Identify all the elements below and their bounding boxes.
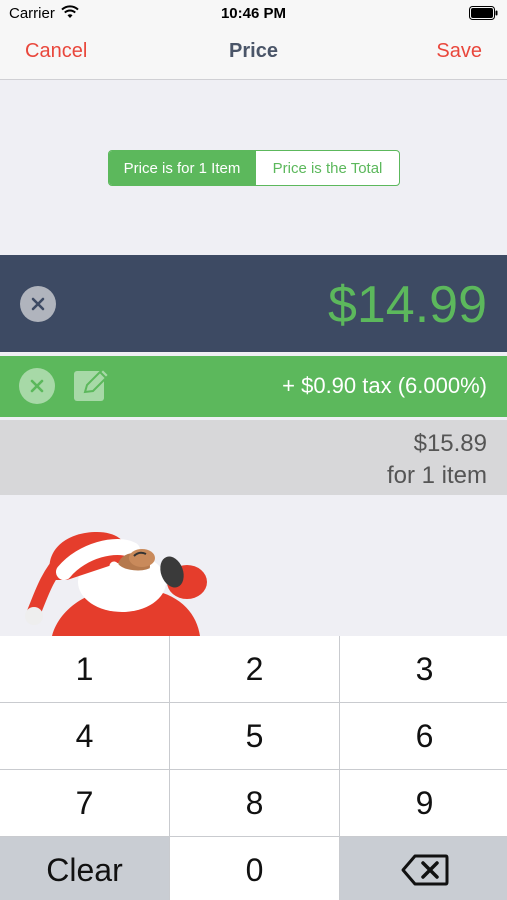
key-1[interactable]: 1 xyxy=(0,636,169,702)
key-4[interactable]: 4 xyxy=(0,703,169,769)
status-time: 10:46 PM xyxy=(220,5,287,22)
tax-amount: + $0.90 tax (6.000%) xyxy=(282,373,487,398)
price-mode-segmented-control: Price is for 1 Item Price is the Total xyxy=(108,150,400,186)
clear-price-button[interactable] xyxy=(20,286,56,322)
santa-illustration xyxy=(25,532,207,636)
edit-tax-button[interactable] xyxy=(73,367,111,409)
segment-per-item[interactable]: Price is for 1 Item xyxy=(109,151,255,185)
key-6[interactable]: 6 xyxy=(340,703,507,769)
numeric-keypad: 1 2 3 4 5 6 7 8 9 Clear 0 xyxy=(0,636,507,900)
key-7[interactable]: 7 xyxy=(0,770,169,836)
key-0[interactable]: 0 xyxy=(170,837,339,900)
close-icon xyxy=(31,297,45,311)
price-panel: $14.99 xyxy=(0,255,507,352)
backspace-icon xyxy=(401,854,448,886)
key-5[interactable]: 5 xyxy=(170,703,339,769)
edit-icon xyxy=(74,367,111,401)
save-button[interactable]: Save xyxy=(436,40,482,63)
backspace-key[interactable] xyxy=(340,837,507,900)
price-value: $14.99 xyxy=(327,276,487,334)
status-bar: Carrier 10:46 PM xyxy=(0,0,507,28)
clear-tax-button[interactable] xyxy=(19,368,55,404)
close-icon xyxy=(30,379,44,393)
tax-panel: + $0.90 tax (6.000%) xyxy=(0,356,507,417)
key-3[interactable]: 3 xyxy=(340,636,507,702)
page-title: Price xyxy=(229,40,278,62)
navigation-bar: Cancel Price Save xyxy=(0,28,507,80)
key-2[interactable]: 2 xyxy=(170,636,339,702)
total-panel: $15.89 for 1 item xyxy=(0,420,507,495)
total-amount: $15.89 xyxy=(413,430,487,457)
segment-total[interactable]: Price is the Total xyxy=(255,151,399,185)
total-subtitle: for 1 item xyxy=(386,462,487,489)
key-8[interactable]: 8 xyxy=(170,770,339,836)
key-9[interactable]: 9 xyxy=(340,770,507,836)
clear-key[interactable]: Clear xyxy=(0,837,169,900)
battery-icon xyxy=(469,6,499,25)
